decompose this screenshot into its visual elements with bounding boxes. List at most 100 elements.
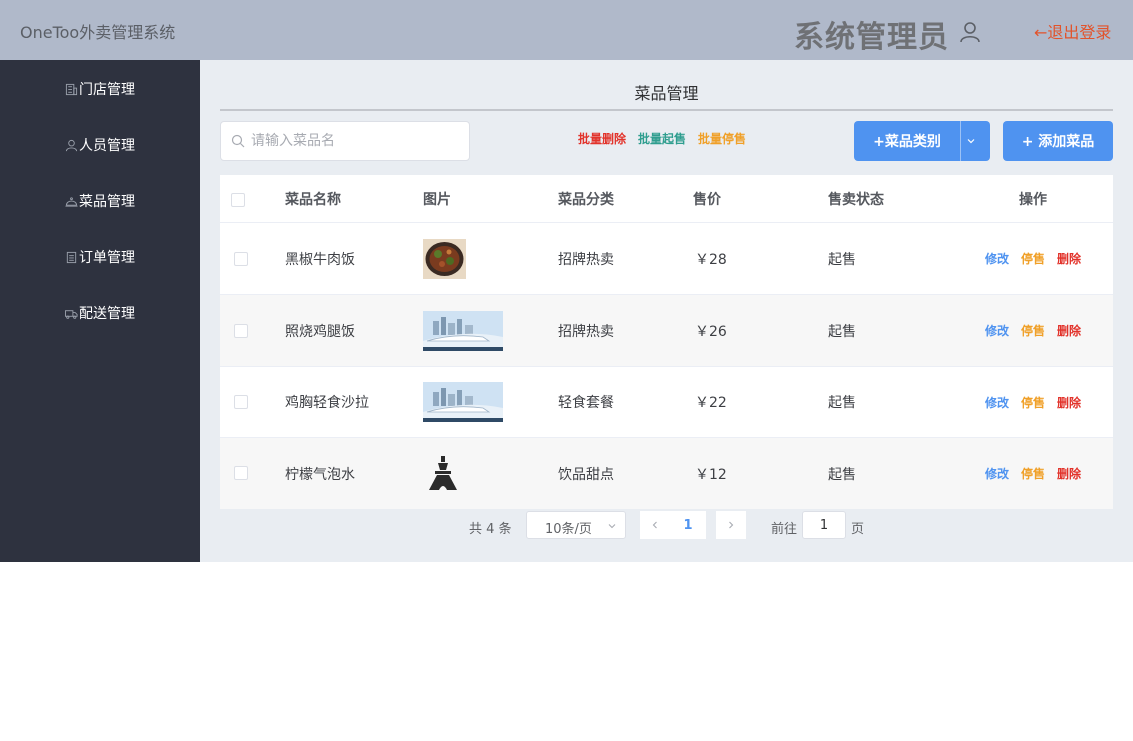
sidebar-item-label: 配送管理 — [79, 306, 135, 322]
train-photo — [423, 382, 503, 422]
column-header: 售卖状态 — [828, 191, 884, 208]
sidebar: 门店管理 人员管理 菜品管理 订单管理 配送管理 — [0, 60, 200, 562]
chevron-down-icon — [608, 524, 616, 529]
logout-link[interactable]: ←退出登录 — [1034, 19, 1111, 43]
search-icon — [231, 134, 245, 148]
truck-icon — [65, 309, 78, 319]
person-icon — [65, 139, 78, 151]
column-header: 操作 — [1019, 191, 1047, 208]
dish-image — [423, 223, 466, 294]
delete-link[interactable]: 删除 — [1057, 250, 1081, 267]
row-actions: 修改 停售 删除 — [985, 295, 1093, 366]
dish-name: 鸡胸轻食沙拉 — [285, 395, 369, 411]
pagination-total: 共 4 条 — [469, 522, 512, 537]
row-checkbox[interactable] — [234, 252, 248, 266]
stop-sale-link[interactable]: 停售 — [1021, 250, 1045, 267]
dish-status: 起售 — [828, 323, 856, 340]
tower-icon — [429, 455, 457, 490]
select-all-checkbox[interactable] — [231, 193, 245, 207]
chevron-right-icon — [729, 521, 734, 529]
row-checkbox[interactable] — [234, 466, 248, 480]
edit-link[interactable]: 修改 — [985, 322, 1009, 339]
goto-label: 前往 — [771, 522, 798, 537]
edit-link[interactable]: 修改 — [985, 250, 1009, 267]
delete-link[interactable]: 删除 — [1057, 465, 1081, 482]
batch-on-sale-button[interactable]: 批量起售 — [638, 130, 686, 147]
category-button-label[interactable]: +菜品类别 — [854, 131, 960, 151]
sidebar-item-staff[interactable]: 人员管理 — [0, 125, 200, 165]
edit-link[interactable]: 修改 — [985, 465, 1009, 482]
table-row: 照烧鸡腿饭 招牌热卖 ￥26 起售 修改 停售 删除 — [220, 295, 1113, 367]
top-header: OneToo外卖管理系统 系统管理员 ←退出登录 — [0, 0, 1133, 60]
admin-name: 系统管理员 — [794, 20, 949, 55]
table-row: 黑椒牛肉饭 招牌热卖 ￥28 起售 修改 停售 删除 — [220, 223, 1113, 295]
user-icon[interactable] — [958, 20, 982, 44]
sidebar-item-delivery[interactable]: 配送管理 — [0, 293, 200, 333]
row-checkbox[interactable] — [234, 324, 248, 338]
dish-image — [423, 367, 503, 437]
app-root: OneToo外卖管理系统 系统管理员 ←退出登录 门店管理 人员管理 菜品管理 … — [0, 0, 1133, 562]
search-input[interactable] — [251, 122, 461, 160]
page-title: 菜品管理 — [634, 84, 699, 103]
category-split-button[interactable]: +菜品类别 — [854, 121, 990, 161]
dish-cover-icon — [65, 196, 78, 207]
dish-status: 起售 — [828, 251, 856, 268]
table-row: 鸡胸轻食沙拉 轻食套餐 ￥22 起售 修改 停售 删除 — [220, 367, 1113, 438]
sidebar-item-dishes[interactable]: 菜品管理 — [0, 181, 200, 221]
dish-price: ￥28 — [695, 251, 727, 268]
row-actions: 修改 停售 删除 — [985, 367, 1093, 437]
row-actions: 修改 停售 删除 — [985, 438, 1093, 509]
table-header-row: 菜品名称 图片 菜品分类 售价 售卖状态 操作 — [220, 175, 1113, 223]
page-size-value: 10条/页 — [545, 522, 592, 537]
dish-table: 菜品名称 图片 菜品分类 售价 售卖状态 操作 黑椒牛肉饭 招牌热卖 ￥28 起… — [220, 175, 1113, 509]
table-row: 柠檬气泡水 饮品甜点 ￥12 起售 修改 停售 删除 — [220, 438, 1113, 509]
dish-category: 轻食套餐 — [558, 395, 614, 411]
page-size-select[interactable]: 10条/页 — [526, 511, 626, 539]
dish-category: 招牌热卖 — [558, 251, 614, 268]
sidebar-item-stores[interactable]: 门店管理 — [0, 69, 200, 109]
next-page-button[interactable] — [716, 511, 746, 539]
row-actions: 修改 停售 删除 — [985, 223, 1093, 294]
prev-page-button[interactable] — [640, 511, 670, 539]
sidebar-item-orders[interactable]: 订单管理 — [0, 237, 200, 277]
sidebar-item-label: 门店管理 — [79, 82, 135, 98]
dish-name: 照烧鸡腿饭 — [285, 323, 355, 340]
dish-name: 柠檬气泡水 — [285, 466, 355, 483]
dish-price: ￥22 — [695, 395, 727, 411]
building-icon — [65, 83, 78, 95]
sidebar-item-label: 人员管理 — [79, 138, 135, 154]
dish-category: 饮品甜点 — [558, 466, 614, 483]
sidebar-item-label: 订单管理 — [79, 250, 135, 266]
dish-status: 起售 — [828, 466, 856, 483]
dish-name: 黑椒牛肉饭 — [285, 251, 355, 268]
column-header: 图片 — [423, 191, 451, 208]
stop-sale-link[interactable]: 停售 — [1021, 465, 1045, 482]
food-photo — [423, 238, 466, 279]
split-divider — [960, 121, 961, 161]
edit-link[interactable]: 修改 — [985, 394, 1009, 411]
goto-page-input[interactable] — [802, 511, 846, 539]
dish-price: ￥12 — [695, 466, 727, 483]
page-suffix: 页 — [851, 522, 865, 537]
stop-sale-link[interactable]: 停售 — [1021, 394, 1045, 411]
title-divider — [220, 109, 1113, 111]
chevron-left-icon — [652, 521, 657, 529]
train-photo — [423, 310, 503, 351]
sidebar-item-label: 菜品管理 — [79, 194, 135, 210]
document-icon — [66, 251, 77, 263]
add-dish-button[interactable]: + 添加菜品 — [1003, 121, 1113, 161]
delete-link[interactable]: 删除 — [1057, 394, 1081, 411]
delete-link[interactable]: 删除 — [1057, 322, 1081, 339]
dish-image — [425, 438, 461, 509]
stop-sale-link[interactable]: 停售 — [1021, 322, 1045, 339]
row-checkbox[interactable] — [234, 395, 248, 409]
chevron-down-icon[interactable] — [966, 136, 976, 146]
search-box[interactable] — [220, 121, 470, 161]
batch-delete-button[interactable]: 批量删除 — [578, 130, 626, 147]
batch-off-sale-button[interactable]: 批量停售 — [698, 130, 746, 147]
dish-category: 招牌热卖 — [558, 323, 614, 340]
page-number-current[interactable]: 1 — [670, 511, 706, 539]
column-header: 售价 — [693, 191, 721, 208]
column-header: 菜品名称 — [285, 191, 341, 208]
dish-status: 起售 — [828, 395, 856, 411]
